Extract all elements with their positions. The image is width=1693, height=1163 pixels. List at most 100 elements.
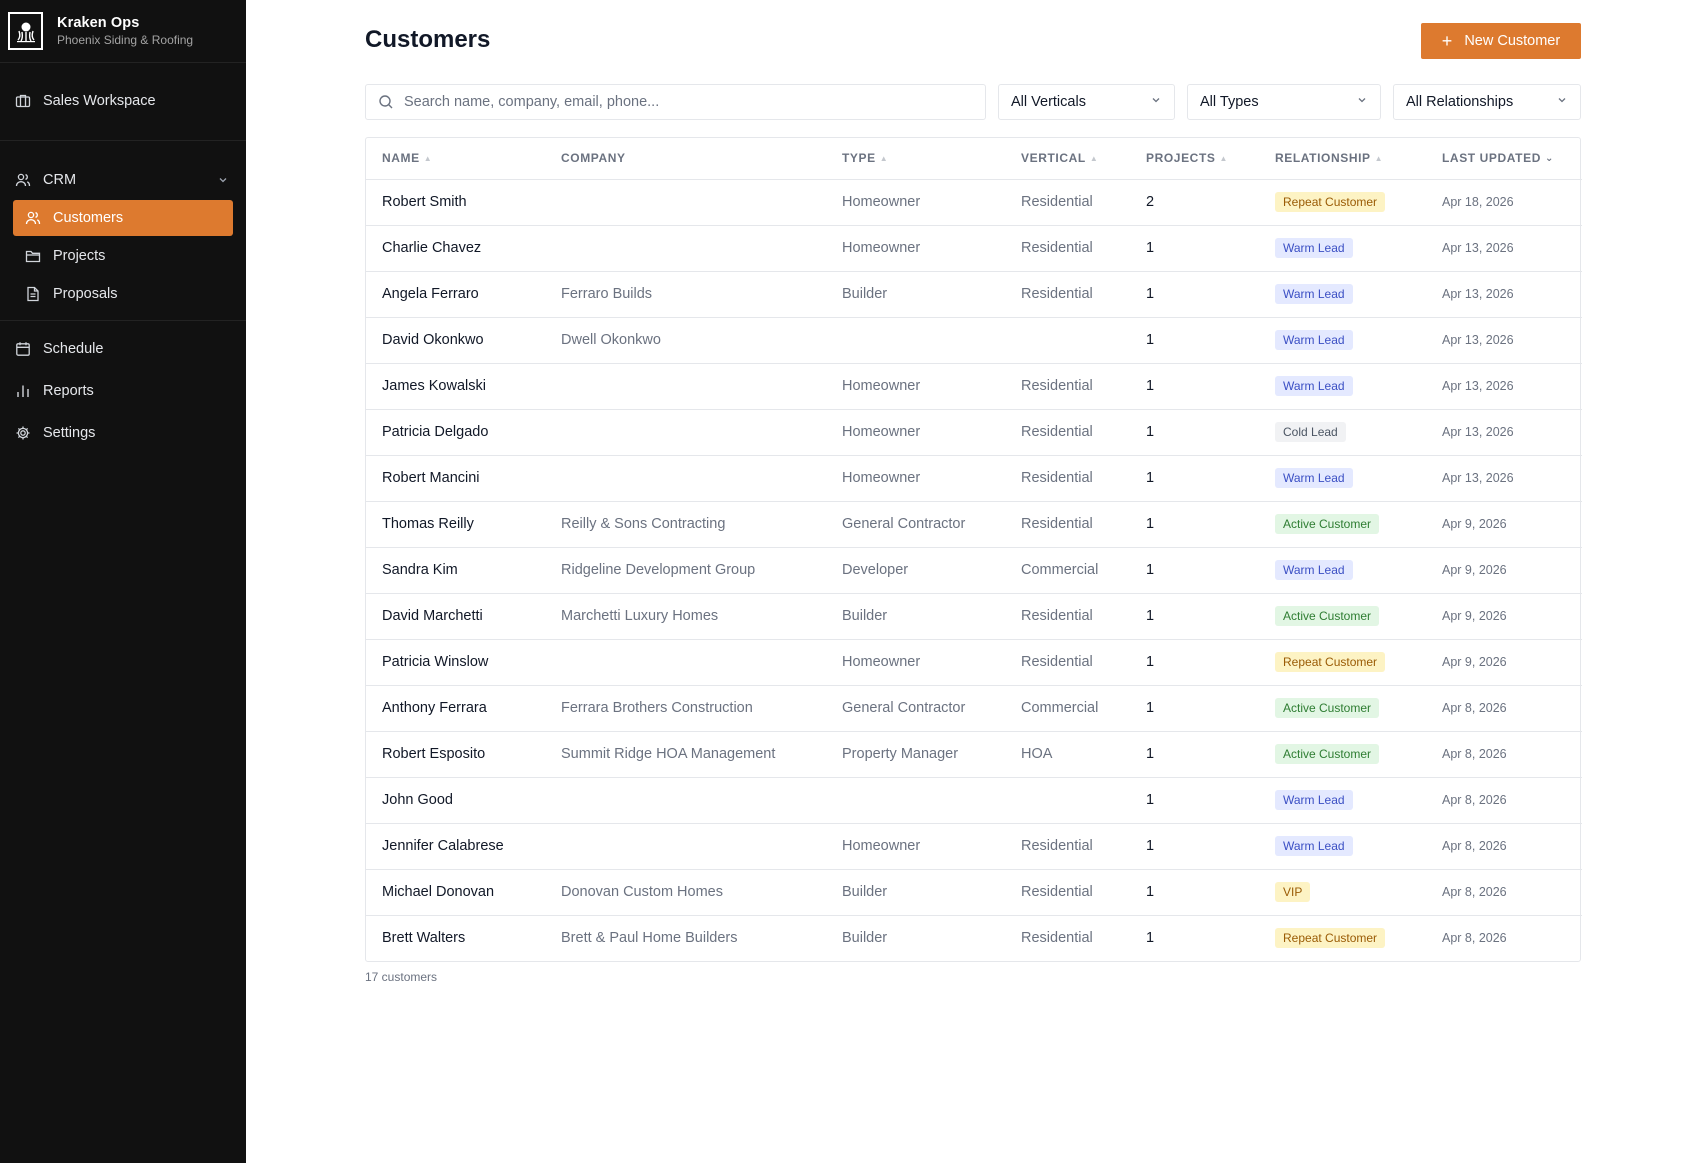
cell-projects: 1: [1130, 547, 1259, 594]
cell-vertical: [1005, 777, 1130, 824]
cell-vertical: Residential: [1005, 225, 1130, 272]
table-row[interactable]: David Marchetti Marchetti Luxury Homes Bui…: [366, 593, 1582, 640]
briefcase-icon: [15, 93, 31, 109]
table-row[interactable]: John Good 1 Warm Lead Apr 8, 2026: [366, 777, 1582, 824]
table-row[interactable]: Thomas Reilly Reilly & Sons Contracting Ge…: [366, 501, 1582, 548]
brand: Kraken Ops Phoenix Siding & Roofing: [0, 0, 246, 63]
table-row[interactable]: Brett Walters Brett & Paul Home Builders B…: [366, 915, 1582, 961]
cell-projects: 1: [1130, 225, 1259, 272]
cell-name: Patricia Winslow: [366, 639, 545, 686]
table-row[interactable]: Robert Mancini Homeowner Residential 1 Warm …: [366, 455, 1582, 502]
cell-company: [545, 777, 826, 824]
cell-relationship: Warm Lead: [1259, 317, 1426, 364]
table-body: Robert Smith Homeowner Residential 2 Repeat …: [366, 179, 1582, 961]
cell-last-updated: Apr 13, 2026: [1426, 271, 1582, 318]
cell-name: Sandra Kim: [366, 547, 545, 594]
cell-last-updated: Apr 8, 2026: [1426, 823, 1582, 870]
cell-relationship: Active Customer: [1259, 501, 1426, 548]
relationship-filter-select[interactable]: All Relationships: [1393, 84, 1581, 120]
cell-name: David Marchetti: [366, 593, 545, 640]
cell-last-updated: Apr 13, 2026: [1426, 455, 1582, 502]
cell-projects: 1: [1146, 930, 1155, 947]
cell-vertical: Residential: [1005, 363, 1130, 410]
table-row[interactable]: Charlie Chavez Homeowner Residential 1 Warm …: [366, 225, 1582, 272]
column-header-projects[interactable]: PROJECTS ▲: [1130, 138, 1259, 180]
search-input[interactable]: [404, 94, 973, 110]
sidebar-item-customers[interactable]: Customers: [13, 200, 233, 236]
relationship-badge: Warm Lead: [1275, 790, 1353, 810]
cell-company: [545, 409, 826, 456]
table-row[interactable]: Patricia Delgado Homeowner Residential 1 Col…: [366, 409, 1582, 456]
table-row[interactable]: James Kowalski Homeowner Residential 1 Warm …: [366, 363, 1582, 410]
cell-type: Builder: [826, 869, 1005, 916]
sidebar-item-label: Projects: [53, 248, 106, 264]
cell-relationship: Active Customer: [1259, 685, 1426, 732]
users-icon: [15, 172, 31, 188]
table-row[interactable]: Sandra Kim Ridgeline Development Group Dev…: [366, 547, 1582, 594]
cell-projects: 1: [1130, 777, 1259, 824]
cell-projects: 1: [1130, 317, 1259, 364]
type-filter-select[interactable]: All Types: [1187, 84, 1381, 120]
chevron-down-icon[interactable]: [215, 172, 231, 188]
sidebar-nav: Sales Workspace CRM Customers Projects P…: [0, 63, 246, 451]
cell-vertical: Residential: [1005, 179, 1130, 226]
column-header-name[interactable]: NAME ▲: [366, 138, 545, 180]
table-row[interactable]: Patricia Winslow Homeowner Residential 1 Rep…: [366, 639, 1582, 686]
cell-vertical: Residential: [1005, 271, 1130, 318]
cell-projects: 1: [1130, 593, 1259, 640]
table-row[interactable]: Anthony Ferrara Ferrara Brothers Construc…: [366, 685, 1582, 732]
cell-type: Homeowner: [826, 409, 1005, 456]
table-header-row: NAME ▲ COMPANY TYPE ▲ VERTICAL ▲ PROJECTS ▲ …: [366, 138, 1582, 180]
sidebar-item-crm[interactable]: CRM: [13, 162, 233, 198]
table-row[interactable]: Robert Esposito Summit Ridge HOA Manageme…: [366, 731, 1582, 778]
sidebar-item-sales-workspace[interactable]: Sales Workspace: [13, 83, 233, 119]
sort-desc-icon: ⌄: [1544, 153, 1554, 165]
cell-vertical: Residential: [1005, 869, 1130, 916]
column-header-vertical[interactable]: VERTICAL ▲: [1005, 138, 1130, 180]
cell-name: Jennifer Calabrese: [366, 823, 545, 870]
page-title: Customers: [365, 26, 491, 53]
cell-name: James Kowalski: [366, 363, 545, 410]
cell-company: Dwell Okonkwo: [545, 317, 826, 364]
cell-last-updated: Apr 8, 2026: [1426, 731, 1582, 778]
vertical-filter-select[interactable]: All Verticals: [998, 84, 1175, 120]
calendar-icon: [15, 341, 31, 357]
table-row[interactable]: David Okonkwo Dwell Okonkwo 1 Warm Lead Apr …: [366, 317, 1582, 364]
column-header-last-updated[interactable]: LAST UPDATED ⌄: [1426, 138, 1582, 180]
relationship-badge: Active Customer: [1275, 606, 1380, 626]
search-box[interactable]: [365, 84, 986, 120]
cell-company: Ferraro Builds: [545, 271, 826, 318]
cell-name: Robert Smith: [366, 179, 545, 226]
sidebar-item-proposals[interactable]: Proposals: [13, 276, 233, 312]
cell-relationship: Warm Lead: [1259, 363, 1426, 410]
sidebar-item-reports[interactable]: Reports: [13, 373, 233, 409]
cell-name: Robert Esposito: [366, 731, 545, 778]
cell-type: Developer: [826, 547, 1005, 594]
column-header-relationship[interactable]: RELATIONSHIP ▲: [1259, 138, 1426, 180]
table-row[interactable]: Robert Smith Homeowner Residential 2 Repeat …: [366, 179, 1582, 226]
table-row[interactable]: Michael Donovan Donovan Custom Homes Build…: [366, 869, 1582, 916]
cell-name: Charlie Chavez: [366, 225, 545, 272]
relationship-badge: Repeat Customer: [1275, 928, 1386, 949]
cell-company: [545, 639, 826, 686]
relationship-badge: VIP: [1275, 882, 1311, 902]
cell-company: [545, 179, 826, 226]
cell-name: Anthony Ferrara: [366, 685, 545, 732]
new-customer-label: New Customer: [1464, 33, 1561, 49]
sidebar-item-settings[interactable]: Settings: [13, 415, 233, 451]
column-header-type[interactable]: TYPE ▲: [826, 138, 1005, 180]
new-customer-button[interactable]: + New Customer: [1421, 23, 1581, 59]
cell-name: Michael Donovan: [366, 869, 545, 916]
table-row[interactable]: Angela Ferraro Ferraro Builds Builder Resid…: [366, 271, 1582, 318]
cell-last-updated: Apr 18, 2026: [1426, 179, 1582, 226]
cell-relationship: Warm Lead: [1259, 225, 1426, 272]
sidebar-item-schedule[interactable]: Schedule: [13, 331, 233, 367]
cell-relationship: Active Customer: [1259, 593, 1426, 640]
sidebar-item-label: Sales Workspace: [43, 93, 156, 109]
cell-type: Builder: [826, 593, 1005, 640]
sidebar-item-projects[interactable]: Projects: [13, 238, 233, 274]
table-row[interactable]: Jennifer Calabrese Homeowner Residential 1 W…: [366, 823, 1582, 870]
sidebar-item-label: Settings: [43, 425, 96, 441]
cell-projects: 1: [1130, 409, 1259, 456]
cell-projects: 1: [1130, 869, 1259, 916]
